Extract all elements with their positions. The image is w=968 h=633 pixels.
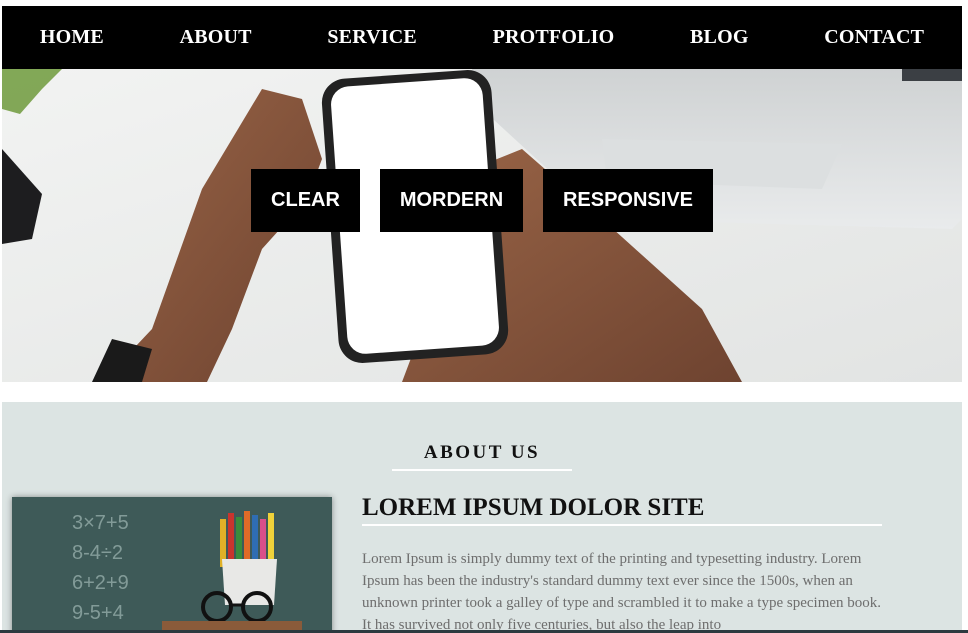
nav-home[interactable]: HOME (40, 26, 104, 49)
about-section: ABOUT US 3×7+5 8-4÷2 6+2+9 9-5+4 LOREM I… (2, 402, 962, 633)
chalkboard-image: 3×7+5 8-4÷2 6+2+9 9-5+4 (12, 497, 332, 633)
modern-button[interactable]: MORDERN (380, 169, 523, 232)
about-image: 3×7+5 8-4÷2 6+2+9 9-5+4 (12, 497, 332, 633)
about-heading: ABOUT US (392, 442, 572, 471)
nav-blog[interactable]: BLOG (690, 26, 749, 49)
about-paragraph: Lorem Ipsum is simply dummy text of the … (362, 551, 882, 633)
nav-portfolio[interactable]: PROTFOLIO (493, 26, 615, 49)
top-nav: HOME ABOUT SERVICE PROTFOLIO BLOG CONTAC… (2, 6, 962, 69)
about-title: LOREM IPSUM DOLOR SITE (362, 494, 882, 526)
chalkboard-line-1: 3×7+5 (72, 512, 129, 534)
chalkboard-line-2: 8-4÷2 (72, 542, 123, 564)
responsive-button[interactable]: RESPONSIVE (543, 169, 713, 232)
chalkboard-line-4: 9-5+4 (72, 602, 124, 624)
nav-contact[interactable]: CONTACT (824, 26, 924, 49)
nav-about[interactable]: ABOUT (180, 26, 252, 49)
nav-service[interactable]: SERVICE (327, 26, 417, 49)
chalkboard-line-3: 6+2+9 (72, 572, 129, 594)
hero-banner: CLEAR MORDERN RESPONSIVE (2, 69, 962, 382)
clear-button[interactable]: CLEAR (251, 169, 360, 232)
